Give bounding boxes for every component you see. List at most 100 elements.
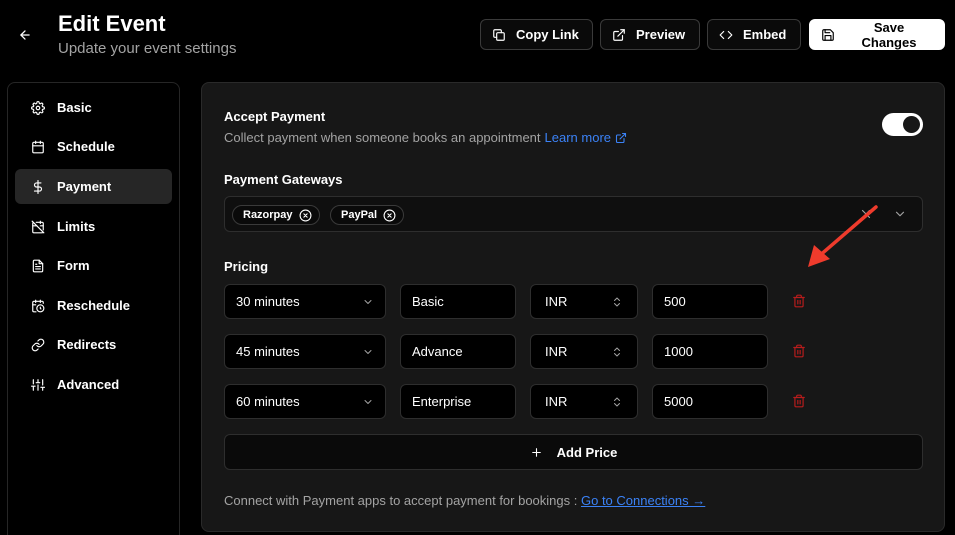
external-link-icon <box>613 28 625 41</box>
save-icon <box>822 28 834 41</box>
currency-select[interactable]: INR <box>530 334 638 369</box>
sidebar-item-label: Payment <box>57 179 112 194</box>
back-button[interactable] <box>14 24 36 46</box>
currency-value: INR <box>545 344 568 359</box>
sidebar-item-payment[interactable]: Payment <box>15 169 172 204</box>
chevrons-up-down-icon <box>614 397 620 406</box>
chevron-down-icon <box>364 399 372 404</box>
duration-value: 60 minutes <box>236 394 300 409</box>
page-title: Edit Event <box>58 11 166 36</box>
pricing-label: Pricing <box>224 259 269 274</box>
dollar-icon <box>33 179 43 194</box>
accept-payment-description: Collect payment when someone books an ap… <box>224 130 627 145</box>
sidebar-item-label: Limits <box>57 219 96 234</box>
copy-link-button[interactable]: Copy Link <box>480 19 593 50</box>
amount-value: 500 <box>664 294 686 309</box>
trash-icon <box>793 394 805 408</box>
chevron-down-icon <box>364 299 372 304</box>
code-icon <box>719 30 733 39</box>
sidebar-item-label: Advanced <box>57 377 120 392</box>
duration-select[interactable]: 30 minutes <box>224 284 386 319</box>
document-icon <box>32 259 44 272</box>
price-name-value: Basic <box>412 294 444 309</box>
chevron-down-icon <box>364 349 372 354</box>
currency-select[interactable]: INR <box>530 284 638 319</box>
sidebar-item-label: Basic <box>57 100 92 115</box>
sidebar-item-form[interactable]: Form <box>15 248 172 283</box>
amount-input[interactable]: 5000 <box>652 384 768 419</box>
arrow-left-icon <box>20 30 30 40</box>
save-changes-label: Save Changes <box>861 19 917 50</box>
plus-icon <box>531 447 541 457</box>
duration-value: 45 minutes <box>236 344 300 359</box>
connections-hint: Connect with Payment apps to accept paym… <box>224 493 705 508</box>
trash-icon <box>793 344 805 358</box>
embed-button[interactable]: Embed <box>707 19 801 50</box>
chevrons-up-down-icon <box>614 297 620 306</box>
circle-x-icon <box>299 209 311 221</box>
amount-value: 1000 <box>664 344 693 359</box>
sidebar-item-limits[interactable]: Limits <box>15 209 172 244</box>
save-changes-button[interactable]: Save Changes <box>809 19 945 50</box>
sidebar-item-schedule[interactable]: Schedule <box>15 129 172 164</box>
close-icon <box>861 209 871 219</box>
currency-select[interactable]: INR <box>530 384 638 419</box>
clear-gateways-button[interactable] <box>859 207 873 221</box>
duration-value: 30 minutes <box>236 294 300 309</box>
preview-button[interactable]: Preview <box>600 19 700 50</box>
accept-payment-title: Accept Payment <box>224 109 326 124</box>
gateway-chip-razorpay: Razorpay <box>232 205 320 225</box>
calendar-icon <box>32 140 44 153</box>
circle-x-icon <box>383 209 396 221</box>
add-price-button[interactable]: Add Price <box>224 434 923 470</box>
price-name-input[interactable]: Enterprise <box>400 384 516 419</box>
duration-select[interactable]: 45 minutes <box>224 334 386 369</box>
currency-value: INR <box>545 394 568 409</box>
trash-icon <box>793 294 805 308</box>
toggle-knob <box>903 116 920 133</box>
gear-icon <box>31 100 45 115</box>
sidebar-item-label: Schedule <box>57 139 115 154</box>
gateway-chip-paypal: PayPal <box>330 205 405 225</box>
sidebar-item-advanced[interactable]: Advanced <box>15 367 172 402</box>
learn-more-link[interactable]: Learn more <box>545 130 627 145</box>
connections-hint-text: Connect with Payment apps to accept paym… <box>224 493 581 508</box>
sidebar-item-label: Reschedule <box>57 298 130 313</box>
copy-icon <box>493 28 505 41</box>
chevron-down-icon <box>895 211 905 217</box>
copy-link-label: Copy Link <box>516 27 579 42</box>
sidebar-item-reschedule[interactable]: Reschedule <box>15 288 172 323</box>
delete-price-button[interactable] <box>792 344 808 360</box>
go-to-connections-link[interactable]: Go to Connections → <box>581 493 705 508</box>
remove-paypal-button[interactable] <box>383 209 396 222</box>
price-name-input[interactable]: Basic <box>400 284 516 319</box>
amount-input[interactable]: 1000 <box>652 334 768 369</box>
price-name-input[interactable]: Advance <box>400 334 516 369</box>
learn-more-label: Learn more <box>544 130 612 145</box>
delete-price-button[interactable] <box>792 394 808 410</box>
accept-payment-toggle[interactable] <box>882 113 923 136</box>
sliders-icon <box>31 378 45 391</box>
price-name-value: Advance <box>412 344 463 359</box>
sidebar-item-redirects[interactable]: Redirects <box>15 327 172 362</box>
external-link-icon <box>615 132 627 143</box>
sidebar-item-basic[interactable]: Basic <box>15 90 172 125</box>
gateway-chip-label: PayPal <box>341 209 378 221</box>
calendar-clock-icon <box>32 299 45 312</box>
accept-payment-description-text: Collect payment when someone books an ap… <box>224 130 541 145</box>
amount-input[interactable]: 500 <box>652 284 768 319</box>
page-subtitle: Update your event settings <box>58 40 237 57</box>
delete-price-button[interactable] <box>792 294 808 310</box>
preview-label: Preview <box>636 27 686 42</box>
duration-select[interactable]: 60 minutes <box>224 384 386 419</box>
currency-value: INR <box>545 294 568 309</box>
gateways-dropdown-toggle[interactable] <box>893 207 907 221</box>
gateway-chip-label: Razorpay <box>243 209 293 221</box>
amount-value: 5000 <box>664 394 693 409</box>
embed-label: Embed <box>743 27 787 42</box>
payment-panel: Accept Payment Collect payment when some… <box>201 82 945 532</box>
payment-gateways-select[interactable]: Razorpay PayPal <box>224 196 923 232</box>
calendar-off-icon <box>31 220 45 233</box>
remove-razorpay-button[interactable] <box>299 209 312 222</box>
sidebar-item-label: Redirects <box>57 337 117 352</box>
